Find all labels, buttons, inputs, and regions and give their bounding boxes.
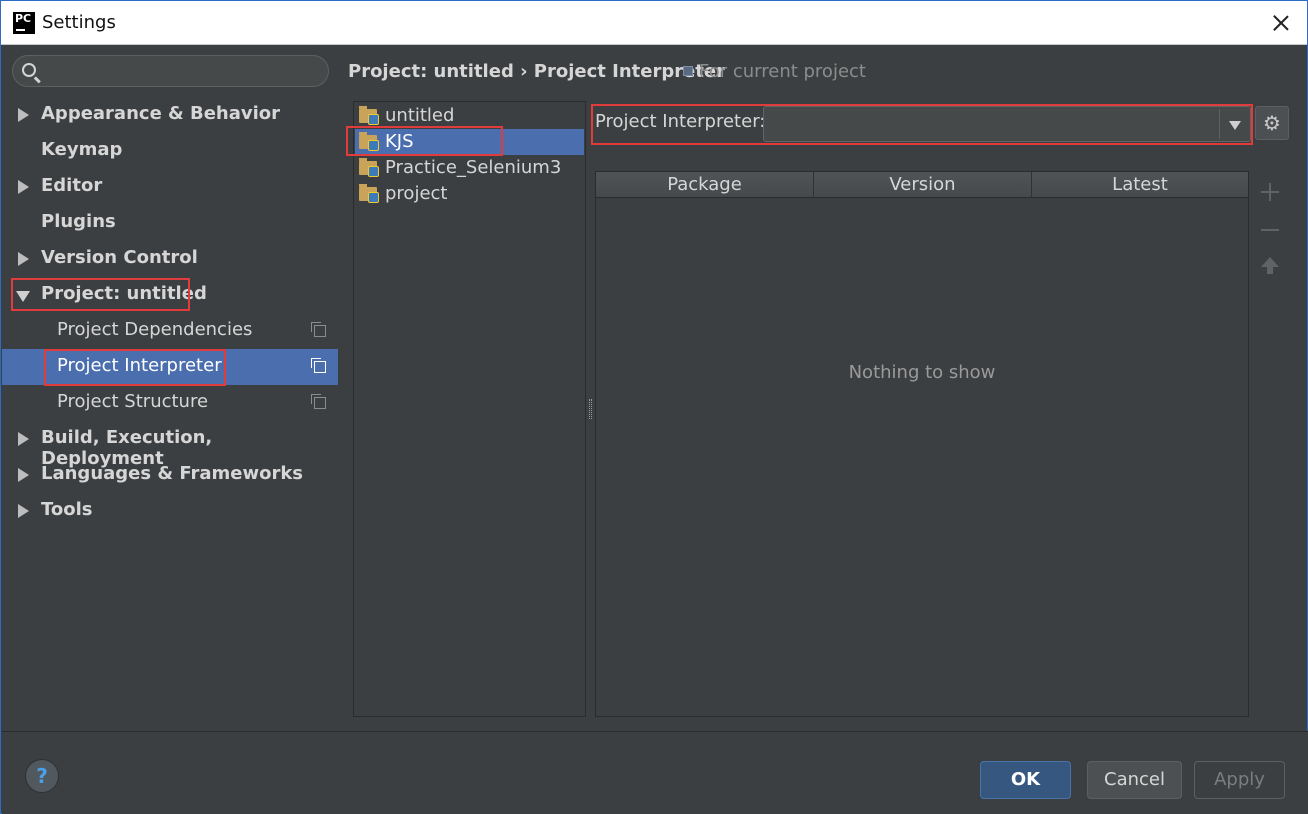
sidebar-item-project-dependencies[interactable]: Project Dependencies (2, 313, 338, 349)
close-icon[interactable] (1267, 9, 1295, 37)
arrow-up-icon[interactable] (1256, 254, 1284, 282)
python-folder-icon (359, 184, 379, 203)
sidebar-item-tools[interactable]: Tools (2, 493, 338, 529)
breadcrumb: Project: untitled › Project Interpreter (348, 61, 725, 82)
project-item[interactable]: KJS (355, 129, 584, 155)
column-header-latest[interactable]: Latest (1032, 172, 1248, 198)
apply-button[interactable]: Apply (1194, 761, 1285, 799)
ok-button[interactable]: OK (980, 761, 1071, 799)
copy-icon (311, 358, 326, 373)
settings-content: Project: untitled › Project Interpreter … (338, 46, 1307, 731)
minus-icon[interactable] (1256, 216, 1284, 244)
interpreter-settings-button[interactable]: ⚙ (1255, 106, 1289, 140)
project-item[interactable]: project (355, 181, 584, 207)
project-list: untitled KJS Practice_Selenium3 project (353, 101, 586, 717)
sidebar-item-project-structure[interactable]: Project Structure (2, 385, 338, 421)
python-folder-icon (359, 132, 379, 151)
empty-state-text: Nothing to show (848, 362, 996, 383)
title-bar: PC Settings (1, 1, 1307, 45)
chevron-right-icon (18, 432, 29, 446)
gear-icon: ⚙ (1263, 111, 1281, 135)
splitter-handle[interactable] (589, 399, 592, 419)
chevron-right-icon (18, 252, 29, 266)
chevron-right-icon (18, 504, 29, 518)
python-folder-icon (359, 106, 379, 125)
sidebar-item-project-untitled[interactable]: Project: untitled (2, 277, 338, 313)
sidebar-item-build-execution-deployment[interactable]: Build, Execution, Deployment (2, 421, 338, 469)
help-button[interactable]: ? (25, 759, 59, 793)
sidebar-item-languages-frameworks[interactable]: Languages & Frameworks (2, 457, 338, 493)
column-header-package[interactable]: Package (596, 172, 814, 198)
sidebar-item-keymap[interactable]: Keymap (2, 133, 338, 169)
search-icon (22, 63, 36, 77)
chevron-right-icon (18, 468, 29, 482)
column-header-version[interactable]: Version (814, 172, 1032, 198)
sidebar-item-appearance-behavior[interactable]: Appearance & Behavior (2, 97, 338, 133)
table-header: Package Version Latest (596, 172, 1248, 198)
sidebar-item-version-control[interactable]: Version Control (2, 241, 338, 277)
project-item[interactable]: Practice_Selenium3 (355, 155, 584, 181)
project-item[interactable]: untitled (355, 103, 584, 129)
plus-icon[interactable] (1256, 178, 1284, 206)
sidebar-item-editor[interactable]: Editor (2, 169, 338, 205)
packages-table: Package Version Latest Nothing to show (595, 171, 1249, 717)
project-scope-icon (683, 66, 693, 76)
chevron-right-icon (18, 108, 29, 122)
sidebar-item-project-interpreter[interactable]: Project Interpreter (2, 349, 338, 385)
sidebar-item-plugins[interactable]: Plugins (2, 205, 338, 241)
chevron-down-icon (16, 291, 30, 302)
copy-icon (311, 322, 326, 337)
dropdown-divider (1219, 109, 1220, 139)
window-title: Settings (42, 12, 116, 33)
settings-sidebar: Appearance & Behavior Keymap Editor Plug… (2, 46, 338, 731)
dialog-footer: ? OK Cancel Apply (2, 731, 1308, 814)
settings-window: PC Settings Appearance & Behavior Keymap… (0, 0, 1308, 814)
interpreter-label: Project Interpreter: (595, 111, 766, 132)
pycharm-logo-icon: PC (13, 12, 35, 34)
cancel-button[interactable]: Cancel (1087, 761, 1182, 799)
scope-hint: For current project (683, 61, 866, 82)
copy-icon (311, 394, 326, 409)
python-folder-icon (359, 158, 379, 177)
chevron-right-icon (18, 180, 29, 194)
chevron-down-icon (1229, 121, 1241, 130)
interpreter-dropdown[interactable] (763, 106, 1251, 142)
search-input[interactable] (12, 55, 329, 87)
